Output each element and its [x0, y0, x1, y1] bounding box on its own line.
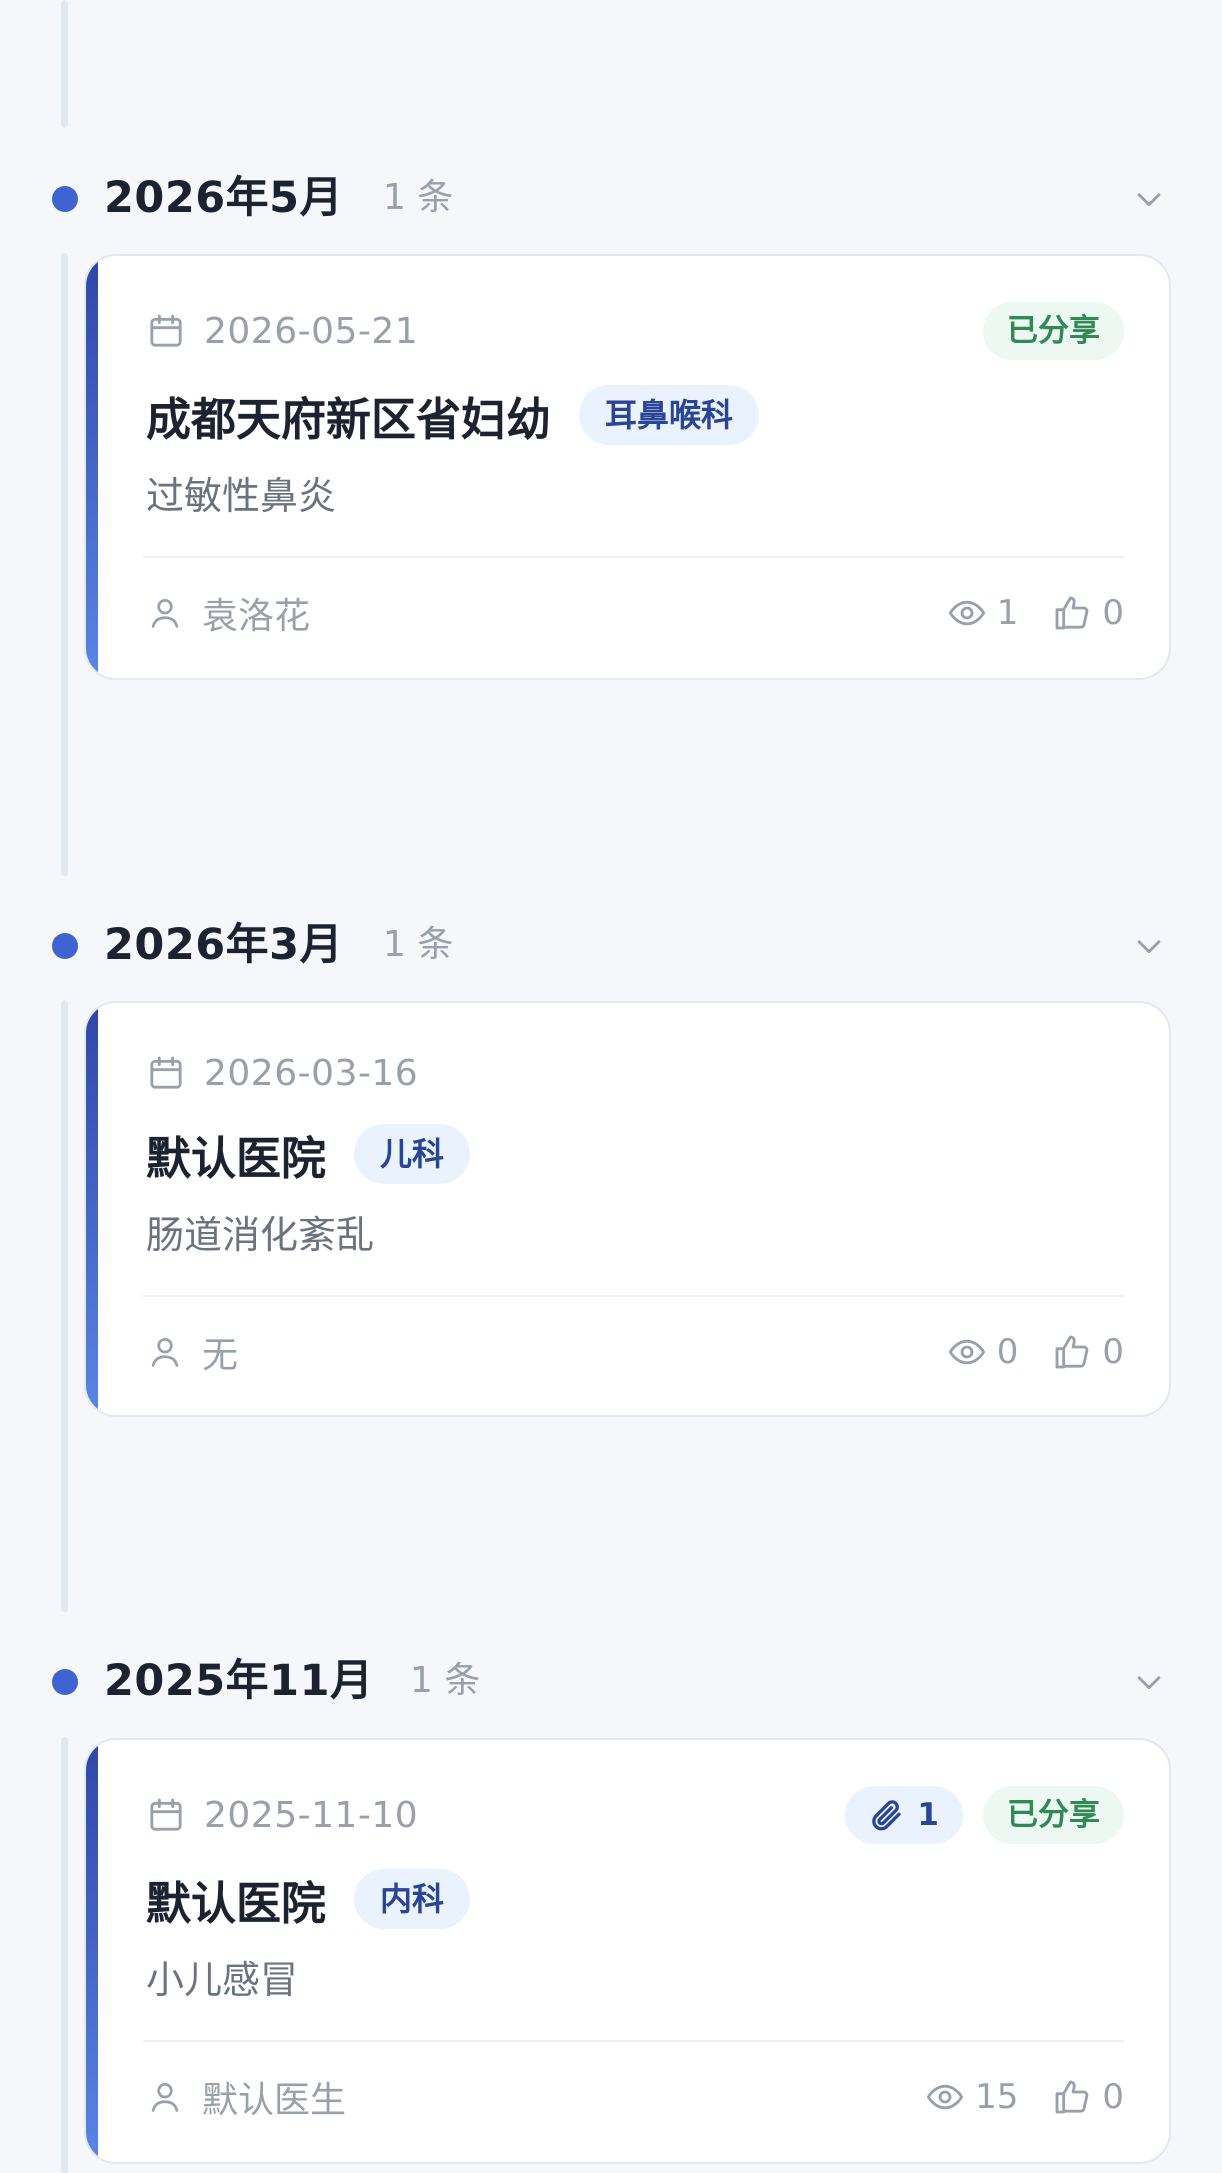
- timeline-line: [61, 0, 68, 128]
- paperclip-icon: [872, 1800, 902, 1831]
- eye-icon: [926, 2084, 964, 2110]
- record-date-text: 2026-05-21: [204, 310, 419, 352]
- chevron-down-icon[interactable]: [1132, 182, 1166, 216]
- user-icon: [151, 598, 179, 628]
- department-tag: 儿科: [354, 1124, 471, 1184]
- card-accent-bar: [86, 1740, 98, 2162]
- hospital-row: 默认医院 儿科: [146, 1122, 471, 1186]
- record-card[interactable]: 2026-03-16 默认医院 儿科 肠道消化紊乱 无 0 0: [84, 1001, 1171, 1417]
- views-stat: 1: [947, 593, 1019, 633]
- likes-stat[interactable]: 0: [1052, 2077, 1124, 2117]
- record-date: 2026-05-21: [146, 306, 418, 356]
- likes-stat[interactable]: 0: [1052, 1332, 1124, 1372]
- record-date: 2025-11-10: [146, 1790, 418, 1840]
- eye-icon: [948, 600, 986, 626]
- diagnosis-text: 小儿感冒: [146, 1958, 299, 2002]
- doctor-row: 默认医生: [146, 2070, 346, 2124]
- record-card[interactable]: 2026-05-21 已分享 成都天府新区省妇幼 耳鼻喉科 过敏性鼻炎 袁洛花 …: [84, 254, 1171, 680]
- month-title: 2026年3月: [104, 920, 344, 970]
- hospital-name: 成都天府新区省妇幼: [146, 392, 552, 446]
- hospital-name: 默认医院: [146, 1876, 327, 1930]
- timeline-line: [61, 1000, 68, 1612]
- record-date-text: 2025-11-10: [204, 1794, 419, 1836]
- timeline-line: [61, 253, 68, 876]
- timeline-dot: [52, 1669, 78, 1695]
- month-group-header[interactable]: 2025年11月 1 条: [0, 1648, 1222, 1714]
- calendar-icon: [150, 1056, 182, 1089]
- timeline-dot: [52, 933, 78, 959]
- eye-icon: [948, 1339, 986, 1365]
- medical-records-timeline: 2026年5月 1 条 2026-05-21 已分享 成都天府新区省妇幼 耳鼻喉…: [0, 0, 1222, 2173]
- timeline-line: [61, 1737, 68, 2173]
- thumbs-up-icon[interactable]: [1052, 1332, 1092, 1372]
- diagnosis-text: 过敏性鼻炎: [146, 474, 337, 518]
- attachment-badge[interactable]: 1: [845, 1786, 963, 1844]
- shared-badge: 已分享: [983, 302, 1124, 360]
- card-accent-bar: [86, 1003, 98, 1415]
- doctor-row: 无: [146, 1325, 238, 1379]
- record-card[interactable]: 2025-11-10 1 已分享 默认医院 内科 小儿感冒 默认医生 15 0: [84, 1738, 1171, 2164]
- month-group-header[interactable]: 2026年5月 1 条: [0, 165, 1222, 231]
- record-stats: 0 0: [947, 1325, 1124, 1379]
- calendar-icon: [150, 1798, 182, 1831]
- record-date-text: 2026-03-16: [204, 1052, 419, 1094]
- doctor-name: 默认医生: [202, 2080, 347, 2121]
- record-date: 2026-03-16: [146, 1048, 418, 1098]
- card-divider: [143, 1295, 1124, 1297]
- card-divider: [143, 2040, 1124, 2042]
- record-badges: 已分享: [983, 302, 1124, 360]
- attachment-count: 1: [917, 1797, 939, 1833]
- views-count: 1: [996, 593, 1019, 633]
- likes-stat[interactable]: 0: [1052, 593, 1124, 633]
- diagnosis-text: 肠道消化紊乱: [146, 1213, 375, 1257]
- likes-count: 0: [1102, 593, 1124, 633]
- card-accent-bar: [86, 256, 98, 678]
- hospital-name: 默认医院: [146, 1131, 327, 1185]
- hospital-row: 默认医院 内科: [146, 1867, 471, 1931]
- likes-count: 0: [1102, 1332, 1124, 1372]
- calendar-icon: [150, 314, 182, 347]
- doctor-row: 袁洛花: [146, 586, 310, 640]
- thumbs-up-icon[interactable]: [1052, 593, 1092, 633]
- chevron-down-icon[interactable]: [1132, 929, 1166, 963]
- card-divider: [143, 556, 1124, 558]
- doctor-name: 袁洛花: [202, 596, 311, 637]
- timeline-dot: [52, 186, 78, 212]
- user-icon: [151, 2082, 179, 2112]
- doctor-name: 无: [202, 1335, 239, 1376]
- record-stats: 15 0: [925, 2070, 1124, 2124]
- user-icon: [151, 1337, 179, 1367]
- record-count: 1 条: [383, 177, 454, 218]
- views-stat: 0: [947, 1332, 1019, 1372]
- views-count: 0: [996, 1332, 1019, 1372]
- record-badges: 1 已分享: [845, 1786, 1124, 1844]
- month-title: 2026年5月: [104, 173, 344, 223]
- views-stat: 15: [925, 2077, 1018, 2117]
- thumbs-up-icon[interactable]: [1052, 2077, 1092, 2117]
- likes-count: 0: [1102, 2077, 1124, 2117]
- record-count: 1 条: [383, 924, 454, 965]
- department-tag: 内科: [354, 1869, 471, 1929]
- record-count: 1 条: [410, 1660, 481, 1701]
- month-group-header[interactable]: 2026年3月 1 条: [0, 912, 1222, 978]
- views-count: 15: [975, 2077, 1019, 2117]
- record-stats: 1 0: [947, 586, 1124, 640]
- chevron-down-icon[interactable]: [1132, 1665, 1166, 1699]
- shared-badge: 已分享: [983, 1786, 1124, 1844]
- department-tag: 耳鼻喉科: [579, 385, 760, 445]
- hospital-row: 成都天府新区省妇幼 耳鼻喉科: [146, 383, 760, 447]
- month-title: 2025年11月: [104, 1656, 374, 1706]
